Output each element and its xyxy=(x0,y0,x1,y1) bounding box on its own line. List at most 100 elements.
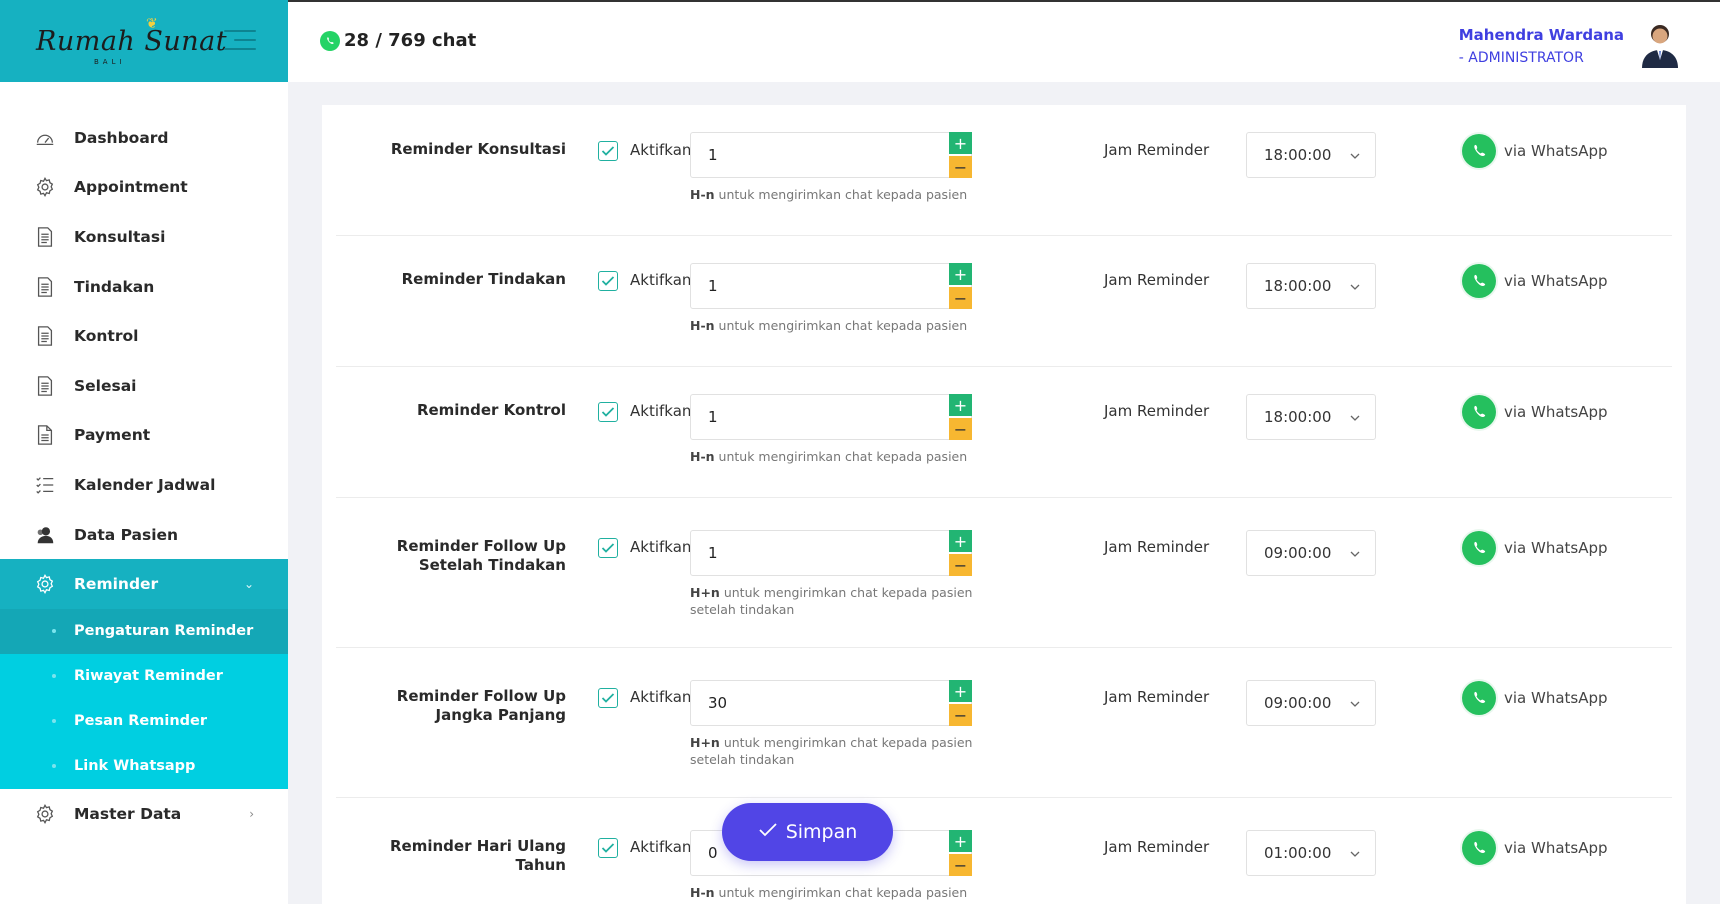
time-select[interactable]: 09:00:00 xyxy=(1246,530,1376,576)
decrement-button[interactable]: − xyxy=(949,854,972,876)
sidebar-item-kalender-jadwal[interactable]: Kalender Jadwal xyxy=(0,460,288,510)
time-label: Jam Reminder xyxy=(1104,538,1210,556)
sidebar-item-payment[interactable]: Payment xyxy=(0,411,288,461)
sidebar-item-label: Kontrol xyxy=(74,327,139,346)
time-select[interactable]: 18:00:00 xyxy=(1246,394,1376,440)
document-icon xyxy=(34,226,56,248)
via-whatsapp[interactable]: via WhatsApp xyxy=(1462,531,1608,565)
via-whatsapp[interactable]: via WhatsApp xyxy=(1462,264,1608,298)
menu-toggle-icon[interactable] xyxy=(224,30,256,52)
user-name: Mahendra Wardana xyxy=(1458,26,1624,44)
helper-text: H-n untuk mengirimkan chat kepada pasien xyxy=(690,885,968,900)
whatsapp-icon xyxy=(1462,264,1496,298)
bullet-icon xyxy=(52,674,56,679)
activate-label: Aktifkan xyxy=(630,271,692,289)
reminder-submenu: Pengaturan Reminder Riwayat Reminder Pes… xyxy=(0,608,288,789)
activate-checkbox[interactable] xyxy=(598,271,618,291)
document-icon xyxy=(34,325,56,347)
activate-label: Aktifkan xyxy=(630,141,692,159)
reminder-label: Reminder Hari Ulang Tahun xyxy=(389,837,566,874)
sidebar-item-reminder[interactable]: Reminder ⌄ xyxy=(0,559,288,609)
sidebar-item-label: Appointment xyxy=(74,178,188,197)
days-stepper: + − xyxy=(690,530,972,576)
sidebar-item-label: Tindakan xyxy=(74,277,155,296)
sidebar-item-label: Kalender Jadwal xyxy=(74,475,216,494)
submenu-item-label: Pengaturan Reminder xyxy=(74,623,254,640)
increment-button[interactable]: + xyxy=(949,830,972,852)
chevron-down-icon: ⌄ xyxy=(243,577,254,592)
user-info[interactable]: Mahendra Wardana - ADMINISTRATOR xyxy=(1459,26,1624,66)
decrement-button[interactable]: − xyxy=(949,704,972,726)
reminder-settings-form: Reminder Konsultasi Aktifkan + − H-n unt… xyxy=(322,105,1686,904)
save-button[interactable]: Simpan xyxy=(722,803,893,861)
chevron-down-icon xyxy=(1349,844,1361,862)
time-select[interactable]: 01:00:00 xyxy=(1246,830,1376,876)
top-bar: 28 / 769 chat Mahendra Wardana - ADMINIS… xyxy=(288,0,1720,82)
days-stepper: + − xyxy=(690,132,972,178)
user-role: - ADMINISTRATOR xyxy=(1458,50,1584,66)
sidebar-item-dashboard[interactable]: Dashboard xyxy=(0,113,288,163)
leaf-icon: ❦ xyxy=(146,15,159,32)
via-whatsapp[interactable]: via WhatsApp xyxy=(1462,395,1608,429)
sidebar-item-label: Payment xyxy=(74,426,151,445)
reminder-label: Reminder Konsultasi xyxy=(390,140,566,158)
sidebar-item-data-pasien[interactable]: Data Pasien xyxy=(0,510,288,560)
sidebar-item-selesai[interactable]: Selesai xyxy=(0,361,288,411)
document-icon xyxy=(34,276,56,298)
activate-checkbox[interactable] xyxy=(598,688,618,708)
logo[interactable]: Rumah Sunat ❦ BALI xyxy=(36,16,228,66)
sidebar-item-tindakan[interactable]: Tindakan xyxy=(0,262,288,312)
days-input[interactable] xyxy=(691,264,949,308)
decrement-button[interactable]: − xyxy=(949,156,972,178)
increment-button[interactable]: + xyxy=(949,132,972,154)
activate-checkbox[interactable] xyxy=(598,538,618,558)
sidebar-item-konsultasi[interactable]: Konsultasi xyxy=(0,212,288,262)
sidebar-item-label: Konsultasi xyxy=(74,227,166,246)
sidebar-item-master-data[interactable]: Master Data › xyxy=(0,789,288,839)
sidebar-item-kontrol[interactable]: Kontrol xyxy=(0,311,288,361)
reminder-row-tindakan: Reminder Tindakan Aktifkan + − H-n untuk… xyxy=(336,236,1672,367)
days-input[interactable] xyxy=(691,133,949,177)
via-whatsapp[interactable]: via WhatsApp xyxy=(1462,681,1608,715)
increment-button[interactable]: + xyxy=(949,680,972,702)
time-select[interactable]: 09:00:00 xyxy=(1246,680,1376,726)
activate-label: Aktifkan xyxy=(630,838,692,856)
decrement-button[interactable]: − xyxy=(949,554,972,576)
days-input[interactable] xyxy=(691,531,949,575)
sidebar-item-appointment[interactable]: Appointment xyxy=(0,163,288,213)
time-select[interactable]: 18:00:00 xyxy=(1246,132,1376,178)
whatsapp-icon xyxy=(320,30,340,51)
submenu-item-pesan-reminder[interactable]: Pesan Reminder xyxy=(0,699,288,744)
sidebar-item-label: Data Pasien xyxy=(74,525,179,544)
logo-text: Rumah Sunat xyxy=(36,25,228,57)
dashboard-icon xyxy=(34,127,56,149)
reminder-label: Reminder Tindakan xyxy=(401,270,566,288)
activate-checkbox[interactable] xyxy=(598,402,618,422)
check-icon xyxy=(758,821,778,843)
activate-checkbox[interactable] xyxy=(598,141,618,161)
submenu-item-link-whatsapp[interactable]: Link Whatsapp xyxy=(0,744,288,789)
reminder-row-follow-up-jangka-panjang: Reminder Follow Up Jangka Panjang Aktifka… xyxy=(336,648,1672,798)
increment-button[interactable]: + xyxy=(949,263,972,285)
increment-button[interactable]: + xyxy=(949,394,972,416)
via-whatsapp[interactable]: via WhatsApp xyxy=(1462,134,1608,168)
submenu-item-label: Link Whatsapp xyxy=(74,758,196,775)
helper-text: H+n untuk mengirimkan chat kepada pasien… xyxy=(690,735,973,767)
decrement-button[interactable]: − xyxy=(949,418,972,440)
increment-button[interactable]: + xyxy=(949,530,972,552)
decrement-button[interactable]: − xyxy=(949,287,972,309)
brand-header: Rumah Sunat ❦ BALI xyxy=(0,0,288,82)
days-input[interactable] xyxy=(691,681,949,725)
activate-checkbox[interactable] xyxy=(598,838,618,858)
days-input[interactable] xyxy=(691,395,949,439)
submenu-item-riwayat-reminder[interactable]: Riwayat Reminder xyxy=(0,654,288,699)
file-icon xyxy=(34,424,56,446)
chevron-down-icon xyxy=(1349,544,1361,562)
helper-text: H-n untuk mengirimkan chat kepada pasien xyxy=(690,449,968,464)
bullet-icon xyxy=(52,719,56,724)
avatar[interactable] xyxy=(1638,20,1682,68)
activate-label: Aktifkan xyxy=(630,538,692,556)
time-select[interactable]: 18:00:00 xyxy=(1246,263,1376,309)
submenu-item-pengaturan-reminder[interactable]: Pengaturan Reminder xyxy=(0,608,288,654)
via-whatsapp[interactable]: via WhatsApp xyxy=(1462,831,1608,865)
